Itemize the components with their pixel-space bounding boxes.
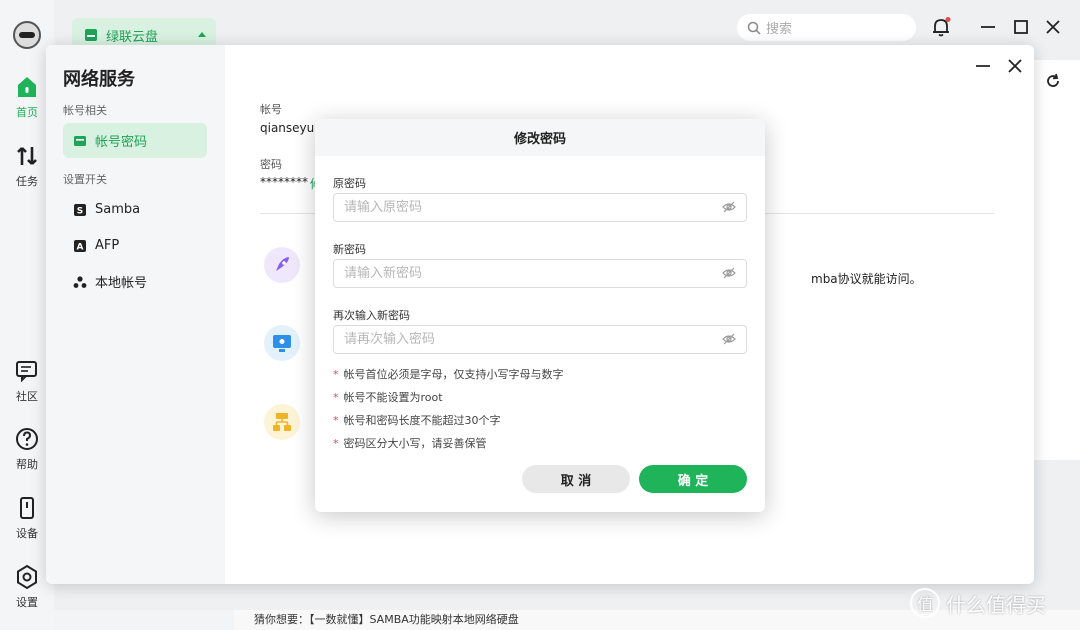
svg-text:A: A: [77, 242, 84, 252]
confirm-password-label: 再次输入新密码: [333, 309, 410, 322]
eye-off-icon[interactable]: [722, 200, 736, 214]
desktop-icon: [264, 325, 300, 361]
confirm-button[interactable]: 确 定: [639, 465, 747, 493]
bell-icon[interactable]: [930, 16, 952, 38]
drive-label: 绿联云盘: [106, 29, 159, 45]
watermark-logo: 值: [910, 588, 940, 618]
password-value: ********: [260, 175, 308, 189]
maximize-icon[interactable]: [1010, 16, 1032, 38]
account-label: 帐号: [260, 103, 282, 116]
minimize-icon[interactable]: [977, 16, 999, 38]
nav-item-label: 社区: [16, 390, 38, 403]
watermark-text: 什么值得买: [946, 592, 1046, 617]
dialog-title: 修改密码: [315, 119, 765, 156]
drive-icon: [85, 29, 97, 41]
rule-text: 密码区分大小写，请妥善保管: [343, 437, 487, 450]
search-placeholder: 搜索: [766, 22, 793, 37]
sidebar-item-afp[interactable]: A AFP: [63, 228, 207, 263]
refresh-icon[interactable]: [1044, 72, 1062, 90]
new-password-label: 新密码: [333, 243, 366, 256]
rule-text: 帐号和密码长度不能超过30个字: [343, 414, 501, 427]
change-password-dialog: 修改密码 原密码 新密码 再次输入新密码 * 帐号首位必须是字母，仅支持小写字母与…: [315, 119, 765, 512]
sidebar-item-local-account[interactable]: 本地帐号: [63, 264, 207, 299]
card-icon: [74, 135, 86, 146]
rule-note: * 帐号不能设置为root: [333, 391, 443, 404]
eye-off-icon[interactable]: [722, 332, 736, 346]
rule-note: * 帐号首位必须是字母，仅支持小写字母与数字: [333, 368, 564, 381]
confirm-password-input[interactable]: [333, 325, 747, 354]
nav-item-label: 首页: [16, 106, 38, 119]
help-icon: [16, 428, 38, 450]
nav-item-label: 帮助: [16, 458, 38, 471]
search-icon: [747, 21, 761, 35]
section-label-switch: 设置开关: [63, 173, 107, 186]
watermark: 值 什么值得买: [910, 588, 1046, 618]
new-password-input[interactable]: [333, 259, 747, 288]
nav-item-label: 任务: [16, 175, 38, 188]
home-icon: [18, 77, 36, 97]
sidebar-item-label: AFP: [95, 238, 120, 253]
eye-off-icon[interactable]: [722, 266, 736, 280]
old-password-input[interactable]: [333, 193, 747, 222]
panel-sidebar: 网络服务 帐号相关 帐号密码 设置开关 S Samba A AFP 本地帐号: [46, 45, 225, 584]
device-icon: [20, 497, 34, 519]
rule-note: * 帐号和密码长度不能超过30个字: [333, 414, 501, 427]
sidebar-item-samba[interactable]: S Samba: [63, 192, 207, 227]
suggestion-text: 猜你想要：【一数就懂】SAMBA功能映射本地网络硬盘: [254, 613, 519, 626]
rocket-icon: [264, 247, 300, 283]
transfer-icon: [17, 147, 37, 165]
local-account-icon: [73, 275, 87, 288]
panel-title: 网络服务: [63, 69, 135, 90]
rule-text: 帐号首位必须是字母，仅支持小写字母与数字: [343, 368, 564, 381]
background-content: [1034, 60, 1080, 460]
account-value: qianseyue: [260, 121, 322, 135]
afp-icon: A: [74, 239, 86, 252]
sidebar-item-label: 帐号密码: [95, 135, 148, 150]
minimize-icon[interactable]: [974, 57, 992, 75]
samba-icon: S: [74, 203, 86, 216]
search-input[interactable]: 搜索: [737, 14, 916, 41]
old-password-label: 原密码: [333, 177, 366, 190]
sidebar-item-label: Samba: [95, 202, 141, 217]
nav-item-label: 设备: [16, 527, 38, 540]
nav-item-label: 设置: [16, 596, 38, 609]
caret-up-icon: [198, 32, 206, 37]
avatar[interactable]: [13, 21, 41, 49]
network-icon: [264, 404, 300, 440]
settings-icon: [17, 564, 37, 590]
sidebar-item-label: 本地帐号: [95, 276, 148, 291]
chat-icon: [16, 361, 37, 383]
cancel-button[interactable]: 取 消: [522, 465, 630, 493]
svg-text:S: S: [77, 206, 83, 216]
close-icon[interactable]: [1006, 57, 1024, 75]
close-icon[interactable]: [1042, 16, 1064, 38]
rule-text: 帐号不能设置为root: [343, 391, 443, 404]
sidebar-item-account-password[interactable]: 帐号密码: [63, 123, 207, 158]
password-label: 密码: [260, 158, 282, 171]
rule-note: * 密码区分大小写，请妥善保管: [333, 437, 487, 450]
section-label-account: 帐号相关: [63, 104, 107, 117]
samba-description: mba协议就能访问。: [811, 272, 922, 286]
